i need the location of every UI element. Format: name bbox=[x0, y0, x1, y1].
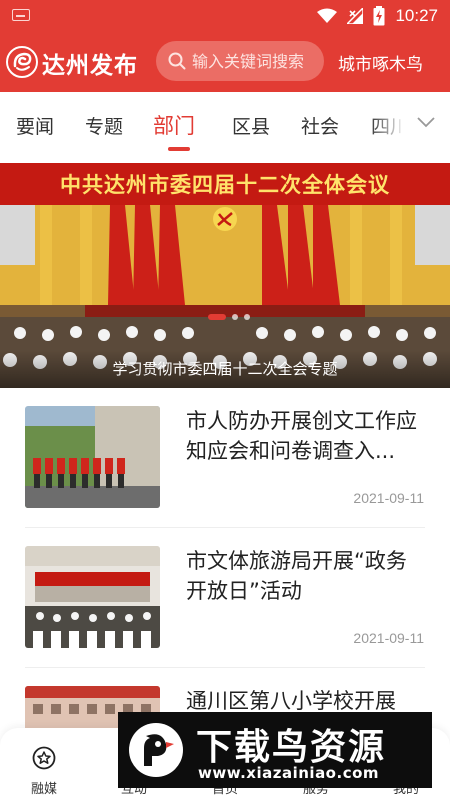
status-time: 10:27 bbox=[395, 6, 438, 25]
search-box[interactable] bbox=[156, 41, 324, 81]
news-thumbnail bbox=[25, 406, 160, 508]
keyboard-icon bbox=[12, 9, 30, 21]
news-item[interactable]: 市文体旅游局开展“政务开放日”活动 2021-09-11 bbox=[0, 528, 450, 668]
watermark-text: 下载鸟资源 bbox=[196, 727, 387, 768]
active-tab-indicator bbox=[168, 147, 190, 151]
news-title: 市文体旅游局开展“政务开放日”活动 bbox=[186, 549, 407, 603]
status-bar: 10:27 bbox=[0, 0, 450, 32]
news-thumbnail bbox=[25, 546, 160, 648]
carousel-indicator bbox=[208, 314, 250, 320]
tabs-fade bbox=[370, 102, 420, 146]
tab-topics[interactable]: 专题 bbox=[85, 112, 123, 139]
news-item[interactable]: 市人防办开展创文工作应知应会和问卷调查入... 2021-09-11 bbox=[0, 388, 450, 528]
news-date: 2021-09-11 bbox=[353, 630, 424, 646]
news-date: 2021-09-11 bbox=[353, 490, 424, 506]
banner-carousel[interactable]: 中共达州市委四届十二次全体会议 学习贯彻市委四届十二次全会专题 bbox=[0, 163, 450, 388]
star-circle-icon bbox=[32, 746, 56, 770]
news-title: 市人防办开展创文工作应知应会和问卷调查入... bbox=[186, 409, 417, 463]
app-header: 达州发布 城市啄木鸟 bbox=[0, 32, 450, 92]
category-tabs: 要闻 专题 部门 区县 社会 四川 bbox=[0, 92, 450, 156]
nav-label: 融媒 bbox=[30, 782, 57, 797]
watermark-url: www.xiazainiao.com bbox=[198, 764, 380, 782]
signal-icon bbox=[347, 8, 364, 24]
tab-headlines[interactable]: 要闻 bbox=[16, 112, 54, 139]
search-icon bbox=[168, 52, 186, 70]
chevron-down-icon[interactable] bbox=[414, 110, 438, 134]
tab-departments[interactable]: 部门 bbox=[153, 110, 195, 140]
wifi-icon bbox=[317, 8, 338, 23]
city-woodpecker-link[interactable]: 城市啄木鸟 bbox=[338, 50, 423, 75]
search-input[interactable] bbox=[192, 49, 318, 73]
tab-districts[interactable]: 区县 bbox=[232, 112, 270, 139]
carousel-dot bbox=[232, 314, 238, 320]
watermark-overlay: 下载鸟资源 www.xiazainiao.com bbox=[118, 712, 432, 788]
banner-caption: 学习贯彻市委四届十二次全会专题 bbox=[0, 350, 450, 388]
bird-logo-icon bbox=[129, 723, 183, 777]
banner-headline: 中共达州市委四届十二次全体会议 bbox=[0, 163, 450, 205]
tab-society[interactable]: 社会 bbox=[301, 112, 339, 139]
app-logo bbox=[6, 46, 38, 78]
carousel-dot bbox=[244, 314, 250, 320]
carousel-dot-active bbox=[208, 314, 226, 320]
app-brand-title: 达州发布 bbox=[42, 52, 138, 79]
battery-charging-icon bbox=[373, 6, 385, 26]
